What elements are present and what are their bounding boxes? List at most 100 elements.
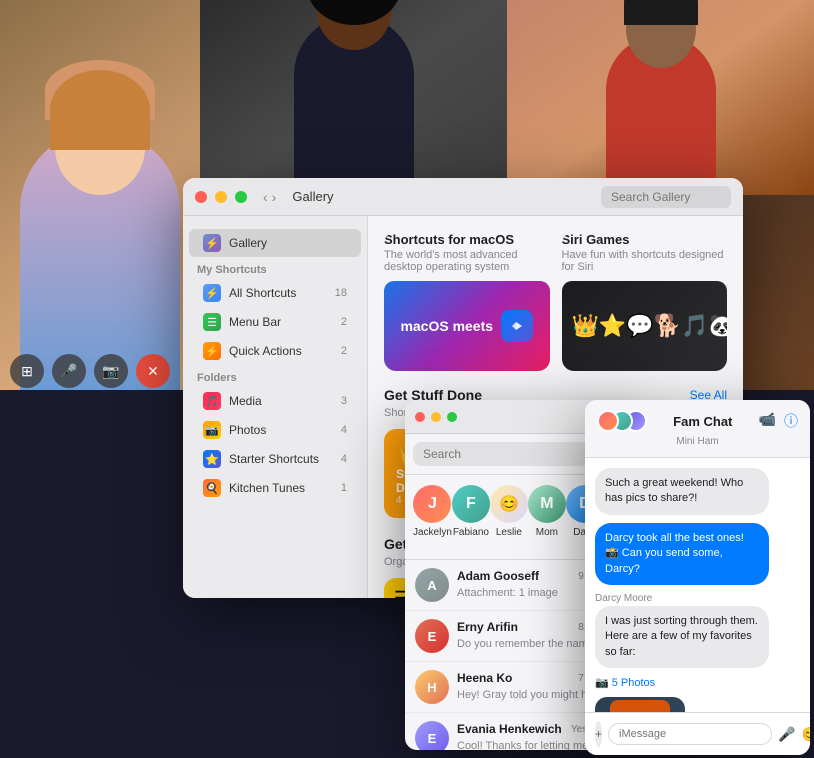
sidebar-item-kitchen-tunes[interactable]: 🍳 Kitchen Tunes 1 <box>189 474 361 502</box>
video-cell-2 <box>200 0 507 195</box>
macos-card-visual: macOS meets <box>384 281 550 371</box>
speech-icon: 💬 <box>626 313 653 339</box>
chat-window: Fam Chat 📹 ⓘ Mini Ham Such a great weeke… <box>585 400 810 755</box>
emoji-picker-icon[interactable]: 😊 <box>801 726 810 743</box>
starter-shortcuts-badge: 4 <box>341 453 347 465</box>
media-label: Media <box>229 394 262 408</box>
video-controls: ⊞ 🎤 📷 ✕ <box>10 354 170 388</box>
chat-window-title: Fam Chat <box>673 414 732 429</box>
darcy-bubble-1: I was just sorting through them. Here ar… <box>595 606 769 668</box>
macos-card-subtitle: The world's most advanced desktop operat… <box>384 249 550 273</box>
mom-name: Mom <box>536 527 558 538</box>
leslie-avatar: 😊 <box>490 485 528 523</box>
sidebar-item-starter-shortcuts[interactable]: ⭐ Starter Shortcuts 4 <box>189 445 361 473</box>
erny-name: Erny Arifin <box>457 620 518 634</box>
macos-card[interactable]: Shortcuts for macOS The world's most adv… <box>384 232 550 371</box>
jackelyn-name: Jackelyn <box>413 527 452 538</box>
messages-close-button[interactable] <box>415 412 425 422</box>
mom-avatar: M <box>528 485 566 523</box>
outgoing-msg-container: Darcy took all the best ones! 📸 Can you … <box>595 523 800 585</box>
darcy-sender-name: Darcy Moore <box>595 593 800 604</box>
grid-view-button[interactable]: ⊞ <box>10 354 44 388</box>
siri-games-card[interactable]: Siri Games Have fun with shortcuts desig… <box>562 232 728 371</box>
audio-record-icon[interactable]: 🎤 <box>778 726 795 743</box>
media-badge: 3 <box>341 395 347 407</box>
menu-bar-label: Menu Bar <box>229 315 281 329</box>
crown-icon: 👑 <box>572 313 599 339</box>
chat-input-area: + 🎤 😊 <box>585 712 810 755</box>
video-cell-1 <box>0 0 200 390</box>
close-button[interactable] <box>195 191 207 203</box>
photos-count-badge: 📷 5 Photos <box>595 676 655 689</box>
end-call-button[interactable]: ✕ <box>136 354 170 388</box>
starter-shortcuts-icon: ⭐ <box>203 450 221 468</box>
jackelyn-avatar: J <box>413 485 451 523</box>
sidebar-item-photos[interactable]: 📷 Photos 4 <box>189 416 361 444</box>
evania-name: Evania Henkewich <box>457 722 562 736</box>
siri-games-title: Siri Games <box>562 232 728 247</box>
sidebar-item-gallery[interactable]: ⚡ Gallery <box>189 229 361 257</box>
shortcuts-titlebar: ‹ › Gallery <box>183 178 743 216</box>
photo-thumbnail[interactable] <box>595 697 685 712</box>
messages-minimize-button[interactable] <box>431 412 441 422</box>
all-shortcuts-icon: ⚡ <box>203 284 221 302</box>
heena-avatar: H <box>415 670 449 704</box>
fabiano-name: Fabiano <box>453 527 489 538</box>
adam-preview: Attachment: 1 image <box>457 587 558 599</box>
mute-button[interactable]: 🎤 <box>52 354 86 388</box>
starter-shortcuts-label: Starter Shortcuts <box>229 452 319 466</box>
outgoing-bubble: Darcy took all the best ones! 📸 Can you … <box>595 523 769 585</box>
sidebar-gallery-label: Gallery <box>229 236 267 250</box>
siri-games-visual: 👑 ⭐ 💬 🐕 🎵 🐼 <box>562 281 728 371</box>
siri-games-subtitle: Have fun with shortcuts designed for Sir… <box>562 249 728 273</box>
media-icon: 🎵 <box>203 392 221 410</box>
evania-avatar: E <box>415 721 449 750</box>
photos-label: Photos <box>229 423 266 437</box>
app-icon[interactable]: + <box>595 721 602 747</box>
kitchen-tunes-badge: 1 <box>341 482 347 494</box>
nav-forward-arrow[interactable]: › <box>272 189 277 205</box>
video-call-icon[interactable]: 📹 <box>759 411 776 431</box>
window-title: Gallery <box>292 189 333 204</box>
camera-button[interactable]: 📷 <box>94 354 128 388</box>
heena-name: Heena Ko <box>457 671 512 685</box>
photos-icon: 📷 <box>203 421 221 439</box>
my-shortcuts-section-label: My Shortcuts <box>183 258 367 278</box>
chat-message-input[interactable] <box>608 723 772 745</box>
minimize-button[interactable] <box>215 191 227 203</box>
all-shortcuts-label: All Shortcuts <box>229 286 296 300</box>
pin-leslie[interactable]: 😊 Leslie <box>490 485 528 549</box>
kitchen-tunes-icon: 🍳 <box>203 479 221 497</box>
adam-avatar: A <box>415 568 449 602</box>
photos-badge: 4 <box>341 424 347 436</box>
darcy-msg-container: Darcy Moore I was just sorting through t… <box>595 593 800 668</box>
kitchen-tunes-label: Kitchen Tunes <box>229 481 305 495</box>
all-shortcuts-badge: 18 <box>335 287 347 299</box>
photos-row: 📷 5 Photos <box>595 676 800 689</box>
quick-actions-icon: ⚡ <box>203 342 221 360</box>
sidebar-item-quick-actions[interactable]: ⚡ Quick Actions 2 <box>189 337 361 365</box>
macos-meets-text: macOS meets <box>400 318 493 334</box>
pin-jackelyn[interactable]: J Jackelyn <box>413 485 452 549</box>
sidebar-item-all-shortcuts[interactable]: ⚡ All Shortcuts 18 <box>189 279 361 307</box>
info-icon[interactable]: ⓘ <box>784 411 798 431</box>
messages-maximize-button[interactable] <box>447 412 457 422</box>
menu-bar-badge: 2 <box>341 316 347 328</box>
folders-section-label: Folders <box>183 366 367 386</box>
sidebar-item-menu-bar[interactable]: ☰ Menu Bar 2 <box>189 308 361 336</box>
pin-mom[interactable]: M Mom <box>528 485 566 549</box>
shortcuts-sidebar: ⚡ Gallery My Shortcuts ⚡ All Shortcuts 1… <box>183 216 368 598</box>
maximize-button[interactable] <box>235 191 247 203</box>
chat-header-top: Fam Chat 📹 ⓘ <box>597 410 798 432</box>
leslie-name: Leslie <box>496 527 522 538</box>
incoming-bubble-1: Such a great weekend! Who has pics to sh… <box>595 468 769 515</box>
panda-icon: 🐼 <box>709 313 727 339</box>
pin-fabiano[interactable]: F Fabiano <box>452 485 490 549</box>
gallery-search-input[interactable] <box>601 186 731 208</box>
shortcuts-logo <box>501 310 533 342</box>
fabiano-avatar: F <box>452 485 490 523</box>
star-icon: ⭐ <box>599 313 626 339</box>
nav-back-arrow[interactable]: ‹ <box>263 189 268 205</box>
menu-bar-icon: ☰ <box>203 313 221 331</box>
sidebar-item-media[interactable]: 🎵 Media 3 <box>189 387 361 415</box>
